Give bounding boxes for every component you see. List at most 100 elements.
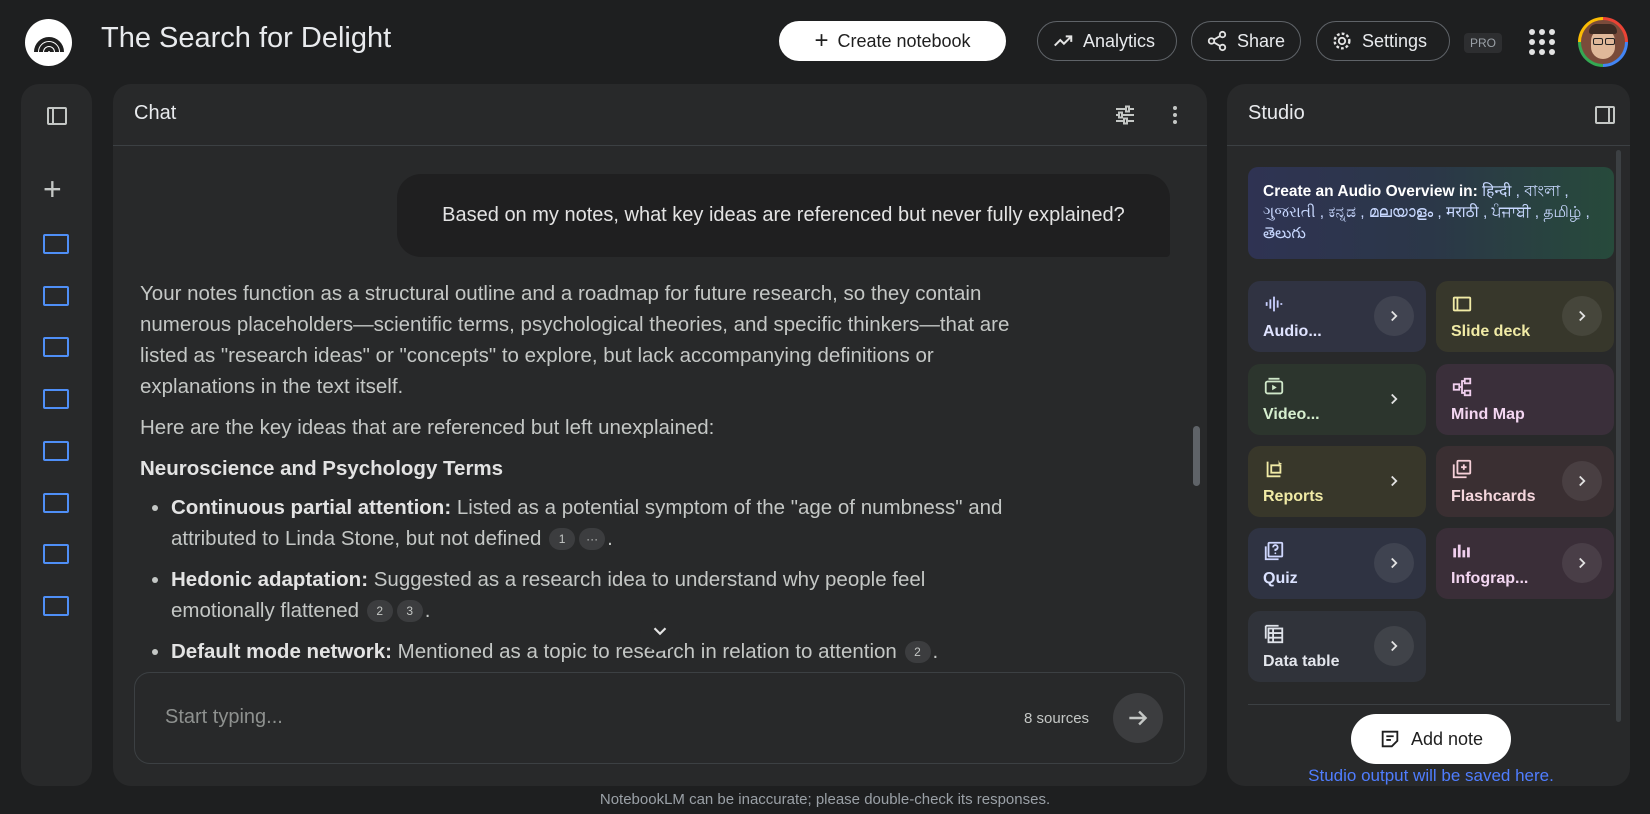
chat-input-box[interactable]: Start typing... 8 sources bbox=[134, 672, 1185, 764]
source-document-icon[interactable] bbox=[43, 234, 69, 254]
plus-icon: + bbox=[814, 27, 829, 54]
settings-label: Settings bbox=[1362, 30, 1428, 51]
source-document-icon[interactable] bbox=[43, 493, 69, 513]
share-label: Share bbox=[1237, 30, 1286, 51]
user-message-bubble: Based on my notes, what key ideas are re… bbox=[397, 174, 1170, 257]
send-button[interactable] bbox=[1113, 693, 1163, 743]
analytics-label: Analytics bbox=[1083, 30, 1156, 51]
studio-tile-label: Infograp... bbox=[1451, 570, 1529, 587]
tune-icon[interactable] bbox=[1113, 103, 1137, 127]
citation-chip[interactable]: 2 bbox=[904, 641, 931, 663]
list-item: Hedonic adaptation: Suggested as a resea… bbox=[171, 564, 1020, 626]
add-source-icon[interactable]: + bbox=[43, 173, 62, 205]
chevron-right-icon[interactable] bbox=[1374, 543, 1414, 583]
studio-tile-reports[interactable]: Reports bbox=[1248, 446, 1426, 517]
note-icon bbox=[1381, 730, 1399, 748]
create-notebook-button[interactable]: + Create notebook bbox=[779, 21, 1006, 61]
studio-tile-mind-map[interactable]: Mind Map bbox=[1436, 364, 1614, 435]
chevron-right-icon[interactable] bbox=[1562, 461, 1602, 501]
chevron-down-icon bbox=[653, 627, 667, 636]
apps-grid-icon[interactable] bbox=[1529, 29, 1555, 55]
studio-header-divider bbox=[1227, 145, 1630, 146]
studio-tile-quiz[interactable]: Quiz bbox=[1248, 528, 1426, 599]
table-icon bbox=[1264, 624, 1284, 644]
response-list: Continuous partial attention: Listed as … bbox=[140, 492, 1020, 667]
list-item-term: Continuous partial attention: bbox=[171, 496, 452, 519]
list-item-term: Hedonic adaptation: bbox=[171, 568, 369, 591]
studio-tile-label: Reports bbox=[1263, 488, 1324, 505]
citation-chip[interactable]: 2 bbox=[366, 600, 393, 622]
source-document-icon[interactable] bbox=[43, 286, 69, 306]
add-note-button[interactable]: Add note bbox=[1351, 714, 1511, 764]
quiz-icon bbox=[1264, 541, 1284, 561]
studio-footer-divider bbox=[1248, 704, 1610, 705]
analytics-button[interactable]: Analytics bbox=[1037, 21, 1177, 61]
disclaimer-footer: NotebookLM can be inaccurate; please dou… bbox=[599, 791, 1051, 808]
top-bar: The Search for Delight + Create notebook… bbox=[0, 0, 1650, 84]
studio-tile-label: Quiz bbox=[1263, 570, 1298, 587]
avatar[interactable] bbox=[1578, 17, 1628, 67]
share-button[interactable]: Share bbox=[1191, 21, 1301, 61]
studio-tile-label: Data table bbox=[1263, 653, 1340, 670]
create-notebook-label: Create notebook bbox=[837, 30, 971, 51]
studio-tile-video[interactable]: Video... bbox=[1248, 364, 1426, 435]
infographic-icon bbox=[1453, 544, 1470, 558]
chevron-right-icon[interactable] bbox=[1374, 296, 1414, 336]
assistant-response: Your notes function as a structural outl… bbox=[140, 278, 1020, 677]
response-paragraph: Here are the key ideas that are referenc… bbox=[140, 416, 715, 439]
source-document-icon[interactable] bbox=[43, 337, 69, 357]
studio-tile-label: Slide deck bbox=[1451, 323, 1531, 340]
studio-tile-label: Flashcards bbox=[1451, 488, 1536, 505]
sources-panel-collapsed: + bbox=[21, 84, 92, 786]
more-vert-icon[interactable] bbox=[1163, 103, 1187, 127]
pro-badge: PRO bbox=[1464, 33, 1503, 53]
chat-header-divider bbox=[113, 145, 1207, 146]
chevron-right-icon[interactable] bbox=[1374, 626, 1414, 666]
chat-title: Chat bbox=[134, 102, 177, 124]
video-icon bbox=[1264, 377, 1284, 395]
audio-overview-prefix: Create an Audio Overview in: bbox=[1263, 183, 1483, 200]
studio-tile-label: Mind Map bbox=[1451, 406, 1525, 423]
source-document-icon[interactable] bbox=[43, 544, 69, 564]
gear-icon bbox=[1333, 32, 1351, 50]
studio-scrollbar[interactable] bbox=[1616, 150, 1621, 722]
panel-toggle-icon[interactable] bbox=[45, 104, 69, 128]
source-document-icon[interactable] bbox=[43, 596, 69, 616]
notebooklm-logo-icon[interactable] bbox=[25, 19, 72, 66]
studio-output-hint: Studio output will be saved here. bbox=[1308, 766, 1554, 785]
studio-tile-label: Video... bbox=[1263, 406, 1320, 423]
chevron-right-icon[interactable] bbox=[1562, 296, 1602, 336]
source-document-icon[interactable] bbox=[43, 389, 69, 409]
studio-tile-flashcards[interactable]: Flashcards bbox=[1436, 446, 1614, 517]
sources-count: 8 sources bbox=[1024, 710, 1090, 727]
user-message-text: Based on my notes, what key ideas are re… bbox=[442, 204, 1125, 226]
citation-chip[interactable]: 1 bbox=[549, 528, 576, 550]
chat-input-placeholder[interactable]: Start typing... bbox=[165, 706, 283, 729]
audio-overview-language-banner[interactable]: Create an Audio Overview in: हिन्दी , বা… bbox=[1248, 167, 1614, 259]
chevron-right-icon[interactable] bbox=[1374, 461, 1414, 501]
studio-tile-slide-deck[interactable]: Slide deck bbox=[1436, 281, 1614, 352]
settings-button[interactable]: Settings bbox=[1316, 21, 1450, 61]
flashcards-icon bbox=[1452, 459, 1472, 479]
list-item: Continuous partial attention: Listed as … bbox=[171, 492, 1020, 554]
chevron-right-icon[interactable] bbox=[1562, 543, 1602, 583]
studio-tile-audio[interactable]: Audio... bbox=[1248, 281, 1426, 352]
citation-chip[interactable]: ··· bbox=[579, 528, 606, 550]
notebook-title[interactable]: The Search for Delight bbox=[101, 22, 391, 55]
studio-tile-infographic[interactable]: Infograp... bbox=[1436, 528, 1614, 599]
add-note-label: Add note bbox=[1410, 728, 1484, 749]
audio-waveform-icon bbox=[1265, 296, 1283, 312]
studio-tile-data-table[interactable]: Data table bbox=[1248, 611, 1426, 682]
mind-map-icon bbox=[1452, 377, 1472, 397]
trending-up-icon bbox=[1054, 35, 1073, 47]
slides-icon bbox=[1452, 296, 1472, 312]
scroll-down-button[interactable] bbox=[640, 611, 680, 651]
citation-chip[interactable]: 3 bbox=[396, 600, 423, 622]
studio-title: Studio bbox=[1248, 102, 1305, 124]
chevron-right-icon[interactable] bbox=[1374, 379, 1414, 419]
arrow-right-icon bbox=[1129, 710, 1148, 726]
source-document-icon[interactable] bbox=[43, 441, 69, 461]
chat-scrollbar[interactable] bbox=[1193, 426, 1200, 486]
list-item-term: Default mode network: bbox=[171, 640, 392, 663]
panel-toggle-icon[interactable] bbox=[1593, 103, 1617, 127]
